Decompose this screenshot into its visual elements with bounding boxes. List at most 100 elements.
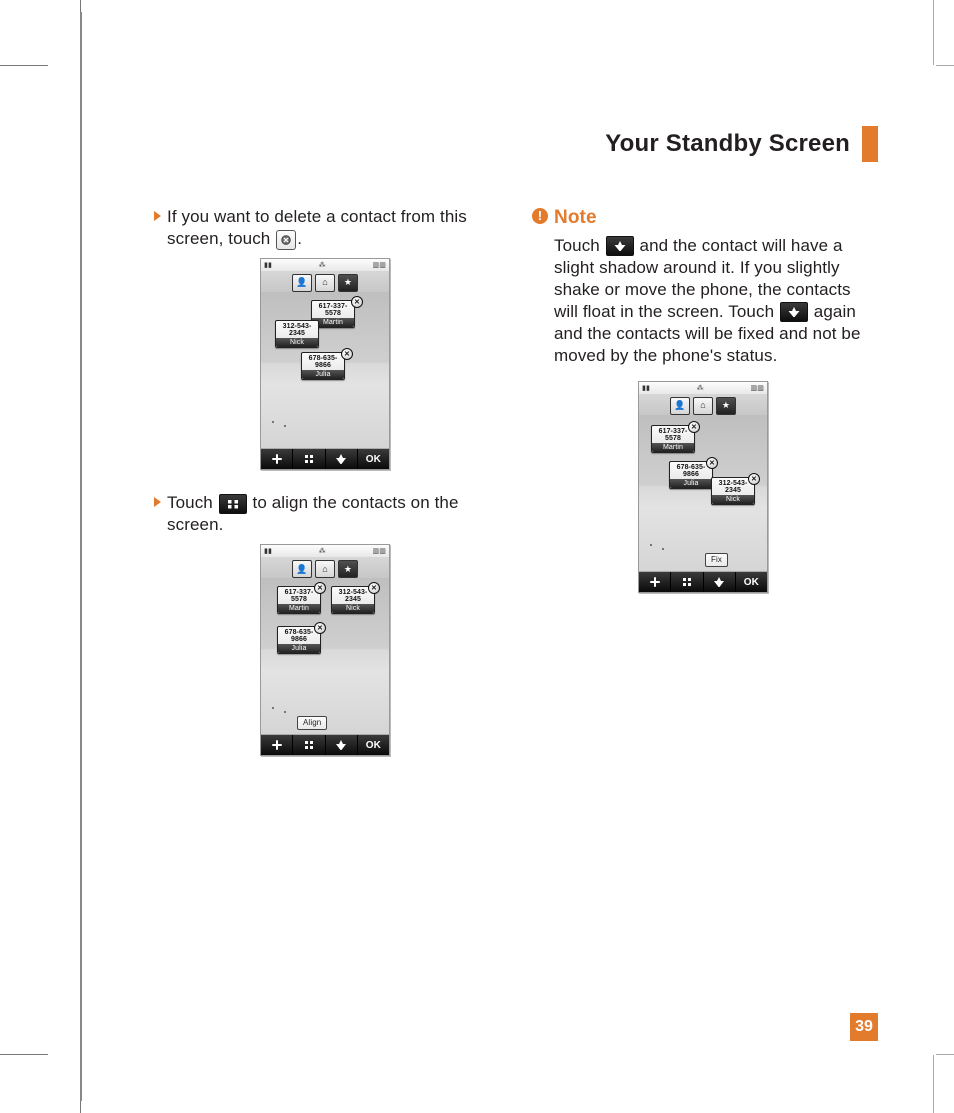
- signal-icon: ▮▮: [264, 261, 272, 270]
- tab-contacts-icon: 👤: [670, 397, 690, 415]
- close-icon: ✕: [314, 582, 326, 594]
- contact-name: Julia: [670, 479, 712, 488]
- status-bar: ▮▮ ⁂ ▥▥: [261, 259, 389, 271]
- top-tab-bar: 👤 ⌂ ★: [639, 394, 767, 415]
- contact-number: 617-337-5578: [312, 301, 354, 317]
- bluetooth-icon: ⁂: [697, 384, 704, 393]
- phone-screenshot-fix: ▮▮ ⁂ ▥▥ 👤 ⌂ ★ 617-337-5578 Martin: [638, 381, 768, 593]
- add-button: [261, 735, 293, 755]
- add-button: [639, 572, 671, 592]
- bottom-toolbar: OK: [261, 449, 389, 469]
- note-heading: ! Note: [532, 206, 874, 231]
- page-gutter: [80, 12, 82, 1101]
- close-icon: ✕: [688, 421, 700, 433]
- top-tab-bar: 👤 ⌂ ★: [261, 271, 389, 292]
- battery-icon: ▥▥: [751, 384, 764, 393]
- right-column: ! Note Touch and the contact will have a…: [532, 206, 874, 778]
- tab-home-icon: ⌂: [693, 397, 713, 415]
- close-icon: ✕: [341, 348, 353, 360]
- note-body: Touch and the contact will have a slight…: [554, 235, 874, 368]
- tab-favorites-icon: ★: [716, 397, 736, 415]
- align-button: [671, 572, 703, 592]
- contact-name: Nick: [332, 604, 374, 613]
- pin-button: [326, 735, 358, 755]
- tab-home-icon: ⌂: [315, 274, 335, 292]
- close-icon: ✕: [748, 473, 760, 485]
- contact-name: Nick: [276, 338, 318, 347]
- page-number: 39: [850, 1013, 878, 1041]
- status-bar: ▮▮ ⁂ ▥▥: [261, 545, 389, 557]
- contact-number: 312-543-2345: [276, 321, 318, 337]
- tab-contacts-icon: 👤: [292, 560, 312, 578]
- ok-button: OK: [736, 572, 767, 592]
- tab-favorites-icon: ★: [338, 560, 358, 578]
- battery-icon: ▥▥: [373, 261, 386, 270]
- contact-name: Nick: [712, 495, 754, 504]
- note-icon: !: [532, 208, 548, 224]
- page-content: Your Standby Screen If you want to delet…: [86, 80, 926, 1055]
- bullet-align-contacts: Touch to align the contacts on the scree…: [154, 492, 496, 536]
- bullet-delete-contact: If you want to delete a contact from thi…: [154, 206, 496, 250]
- bluetooth-icon: ⁂: [319, 261, 326, 270]
- ok-button: OK: [358, 449, 389, 469]
- close-icon: ✕: [351, 296, 363, 308]
- phone-screenshot-delete: ▮▮ ⁂ ▥▥ 👤 ⌂ ★ 617-337-5578 Martin: [260, 258, 390, 470]
- tab-contacts-icon: 👤: [292, 274, 312, 292]
- left-column: If you want to delete a contact from thi…: [154, 206, 496, 778]
- align-grid-icon: [219, 494, 247, 514]
- bullet-text: Touch to align the contacts on the scree…: [167, 492, 496, 536]
- close-icon: ✕: [368, 582, 380, 594]
- close-icon: ✕: [314, 622, 326, 634]
- triangle-bullet-icon: [154, 497, 161, 507]
- phone-screenshot-align: ▮▮ ⁂ ▥▥ 👤 ⌂ ★ 617-337-5578 Martin: [260, 544, 390, 756]
- bottom-toolbar: OK: [639, 572, 767, 592]
- bluetooth-icon: ⁂: [319, 547, 326, 556]
- contact-number: 678-635-9866: [302, 353, 344, 369]
- contact-card-julia: 678-635-9866 Julia: [301, 352, 345, 380]
- top-tab-bar: 👤 ⌂ ★: [261, 557, 389, 578]
- contact-name: Martin: [652, 443, 694, 452]
- contact-name: Julia: [302, 370, 344, 379]
- crop-mark: [0, 65, 48, 66]
- wallpaper-area: 617-337-5578 Martin ✕ 312-543-2345 Nick …: [261, 578, 389, 734]
- wallpaper-area: 617-337-5578 Martin ✕ 312-543-2345 Nick …: [261, 292, 389, 448]
- page-title: Your Standby Screen: [605, 130, 850, 158]
- section-tab: [862, 126, 878, 162]
- page-header: Your Standby Screen: [86, 126, 878, 162]
- text: If you want to delete a contact from thi…: [167, 207, 467, 248]
- wallpaper-area: 617-337-5578 Martin ✕ 678-635-9866 Julia…: [639, 415, 767, 571]
- bottom-toolbar: OK: [261, 735, 389, 755]
- tab-favorites-icon: ★: [338, 274, 358, 292]
- battery-icon: ▥▥: [373, 547, 386, 556]
- contact-name: Julia: [278, 644, 320, 653]
- text: Touch: [167, 493, 218, 512]
- ok-button: OK: [358, 735, 389, 755]
- crop-mark: [933, 0, 934, 65]
- pin-button: [326, 449, 358, 469]
- fix-tooltip: Fix: [705, 553, 728, 567]
- crop-mark: [936, 65, 954, 66]
- text: .: [297, 229, 302, 248]
- note-title: Note: [554, 206, 597, 231]
- contact-card-nick: 312-543-2345 Nick: [275, 320, 319, 348]
- align-button: [293, 735, 325, 755]
- contact-name: Martin: [278, 604, 320, 613]
- bullet-text: If you want to delete a contact from thi…: [167, 206, 496, 250]
- close-icon: ✕: [706, 457, 718, 469]
- triangle-bullet-icon: [154, 211, 161, 221]
- crop-mark: [933, 1055, 934, 1113]
- status-bar: ▮▮ ⁂ ▥▥: [639, 382, 767, 394]
- align-tooltip: Align: [297, 716, 327, 730]
- crop-mark: [0, 1054, 48, 1055]
- align-button: [293, 449, 325, 469]
- pin-button: [704, 572, 736, 592]
- pin-icon: [780, 302, 808, 322]
- crop-mark: [936, 1054, 954, 1055]
- delete-contact-icon: [276, 230, 296, 250]
- tab-home-icon: ⌂: [315, 560, 335, 578]
- signal-icon: ▮▮: [264, 547, 272, 556]
- pin-icon: [606, 236, 634, 256]
- add-button: [261, 449, 293, 469]
- text: Touch: [554, 236, 605, 255]
- signal-icon: ▮▮: [642, 384, 650, 393]
